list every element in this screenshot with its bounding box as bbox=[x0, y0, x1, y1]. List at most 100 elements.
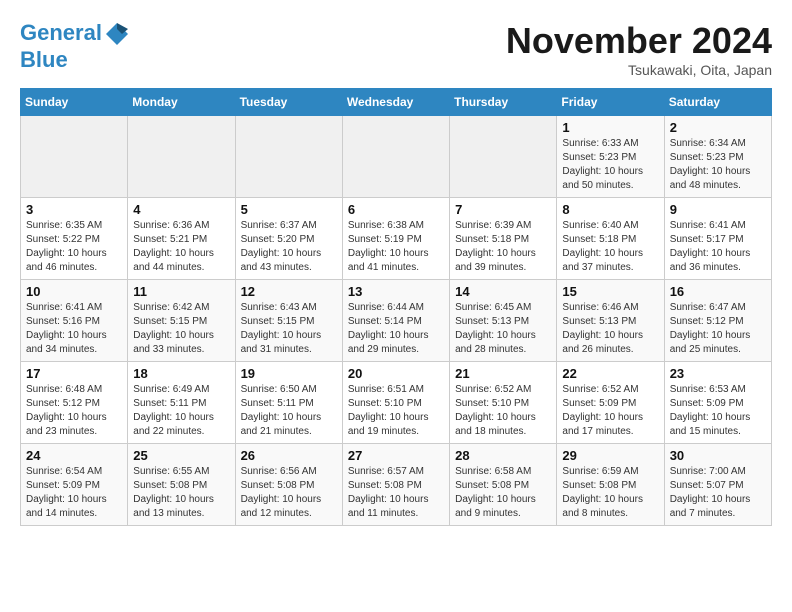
calendar-day-cell: 12 Sunrise: 6:43 AM Sunset: 5:15 PM Dayli… bbox=[235, 280, 342, 362]
day-number: 13 bbox=[348, 284, 444, 299]
day-number: 4 bbox=[133, 202, 229, 217]
day-number: 27 bbox=[348, 448, 444, 463]
calendar-day-cell bbox=[450, 116, 557, 198]
day-info: Sunrise: 6:54 AM Sunset: 5:09 PM Dayligh… bbox=[26, 465, 122, 521]
day-info: Sunrise: 6:58 AM Sunset: 5:08 PM Dayligh… bbox=[455, 465, 551, 521]
calendar-day-cell: 29 Sunrise: 6:59 AM Sunset: 5:08 PM Dayli… bbox=[557, 444, 664, 526]
calendar-body: 1 Sunrise: 6:33 AM Sunset: 5:23 PM Daylig… bbox=[21, 116, 772, 526]
day-number: 18 bbox=[133, 366, 229, 381]
day-number: 15 bbox=[562, 284, 658, 299]
day-number: 11 bbox=[133, 284, 229, 299]
day-number: 5 bbox=[241, 202, 337, 217]
calendar-day-cell: 27Sunrise: 6:57 AM Sunset: 5:08 PM Dayli… bbox=[342, 444, 449, 526]
calendar-day-cell: 2Sunrise: 6:34 AM Sunset: 5:23 PM Daylig… bbox=[664, 116, 771, 198]
calendar-day-cell: 28 Sunrise: 6:58 AM Sunset: 5:08 PM Dayli… bbox=[450, 444, 557, 526]
day-number: 12 bbox=[241, 284, 337, 299]
location-subtitle: Tsukawaki, Oita, Japan bbox=[506, 62, 772, 78]
day-number: 3 bbox=[26, 202, 122, 217]
day-of-week-header: Friday bbox=[557, 89, 664, 116]
calendar-week-row: 1 Sunrise: 6:33 AM Sunset: 5:23 PM Daylig… bbox=[21, 116, 772, 198]
calendar-day-cell: 23Sunrise: 6:53 AM Sunset: 5:09 PM Dayli… bbox=[664, 362, 771, 444]
day-of-week-header: Monday bbox=[128, 89, 235, 116]
day-number: 14 bbox=[455, 284, 551, 299]
month-title: November 2024 bbox=[506, 20, 772, 62]
calendar-day-cell: 14 Sunrise: 6:45 AM Sunset: 5:13 PM Dayli… bbox=[450, 280, 557, 362]
day-of-week-header: Thursday bbox=[450, 89, 557, 116]
day-info: Sunrise: 6:49 AM Sunset: 5:11 PM Dayligh… bbox=[133, 383, 229, 439]
day-info: Sunrise: 6:43 AM Sunset: 5:15 PM Dayligh… bbox=[241, 301, 337, 357]
day-info: Sunrise: 6:53 AM Sunset: 5:09 PM Dayligh… bbox=[670, 383, 766, 439]
calendar-day-cell: 30 Sunrise: 7:00 AM Sunset: 5:07 PM Dayli… bbox=[664, 444, 771, 526]
logo-line2: Blue bbox=[20, 47, 130, 72]
day-number: 7 bbox=[455, 202, 551, 217]
calendar-table: SundayMondayTuesdayWednesdayThursdayFrid… bbox=[20, 88, 772, 526]
calendar-day-cell: 1 Sunrise: 6:33 AM Sunset: 5:23 PM Daylig… bbox=[557, 116, 664, 198]
calendar-day-cell: 10 Sunrise: 6:41 AM Sunset: 5:16 PM Dayli… bbox=[21, 280, 128, 362]
day-of-week-header: Tuesday bbox=[235, 89, 342, 116]
day-info: Sunrise: 6:45 AM Sunset: 5:13 PM Dayligh… bbox=[455, 301, 551, 357]
logo-text: General bbox=[20, 20, 130, 47]
day-info: Sunrise: 6:41 AM Sunset: 5:17 PM Dayligh… bbox=[670, 219, 766, 275]
calendar-day-cell: 19Sunrise: 6:50 AM Sunset: 5:11 PM Dayli… bbox=[235, 362, 342, 444]
logo-icon bbox=[104, 21, 130, 47]
page-header: General Blue November 2024 Tsukawaki, Oi… bbox=[20, 20, 772, 78]
day-info: Sunrise: 6:41 AM Sunset: 5:16 PM Dayligh… bbox=[26, 301, 122, 357]
day-number: 10 bbox=[26, 284, 122, 299]
day-number: 24 bbox=[26, 448, 122, 463]
day-info: Sunrise: 6:33 AM Sunset: 5:23 PM Dayligh… bbox=[562, 137, 658, 193]
calendar-day-cell: 26Sunrise: 6:56 AM Sunset: 5:08 PM Dayli… bbox=[235, 444, 342, 526]
day-number: 6 bbox=[348, 202, 444, 217]
calendar-day-cell: 13Sunrise: 6:44 AM Sunset: 5:14 PM Dayli… bbox=[342, 280, 449, 362]
day-number: 28 bbox=[455, 448, 551, 463]
calendar-day-cell: 8Sunrise: 6:40 AM Sunset: 5:18 PM Daylig… bbox=[557, 198, 664, 280]
day-info: Sunrise: 6:50 AM Sunset: 5:11 PM Dayligh… bbox=[241, 383, 337, 439]
day-info: Sunrise: 6:59 AM Sunset: 5:08 PM Dayligh… bbox=[562, 465, 658, 521]
calendar-day-cell bbox=[128, 116, 235, 198]
day-number: 1 bbox=[562, 120, 658, 135]
day-number: 8 bbox=[562, 202, 658, 217]
day-number: 30 bbox=[670, 448, 766, 463]
day-number: 2 bbox=[670, 120, 766, 135]
day-info: Sunrise: 6:56 AM Sunset: 5:08 PM Dayligh… bbox=[241, 465, 337, 521]
day-info: Sunrise: 6:52 AM Sunset: 5:10 PM Dayligh… bbox=[455, 383, 551, 439]
calendar-day-cell: 15Sunrise: 6:46 AM Sunset: 5:13 PM Dayli… bbox=[557, 280, 664, 362]
day-number: 16 bbox=[670, 284, 766, 299]
calendar-day-cell: 22 Sunrise: 6:52 AM Sunset: 5:09 PM Dayli… bbox=[557, 362, 664, 444]
day-info: Sunrise: 6:35 AM Sunset: 5:22 PM Dayligh… bbox=[26, 219, 122, 275]
calendar-day-cell: 18 Sunrise: 6:49 AM Sunset: 5:11 PM Dayli… bbox=[128, 362, 235, 444]
calendar-day-cell bbox=[342, 116, 449, 198]
day-info: Sunrise: 6:52 AM Sunset: 5:09 PM Dayligh… bbox=[562, 383, 658, 439]
calendar-week-row: 10 Sunrise: 6:41 AM Sunset: 5:16 PM Dayli… bbox=[21, 280, 772, 362]
day-info: Sunrise: 6:39 AM Sunset: 5:18 PM Dayligh… bbox=[455, 219, 551, 275]
day-of-week-header: Sunday bbox=[21, 89, 128, 116]
day-info: Sunrise: 6:48 AM Sunset: 5:12 PM Dayligh… bbox=[26, 383, 122, 439]
calendar-day-cell: 3 Sunrise: 6:35 AM Sunset: 5:22 PM Daylig… bbox=[21, 198, 128, 280]
calendar-day-cell: 9 Sunrise: 6:41 AM Sunset: 5:17 PM Daylig… bbox=[664, 198, 771, 280]
day-info: Sunrise: 6:47 AM Sunset: 5:12 PM Dayligh… bbox=[670, 301, 766, 357]
day-info: Sunrise: 6:51 AM Sunset: 5:10 PM Dayligh… bbox=[348, 383, 444, 439]
logo: General Blue bbox=[20, 20, 130, 72]
calendar-day-cell bbox=[235, 116, 342, 198]
day-of-week-header: Wednesday bbox=[342, 89, 449, 116]
day-number: 29 bbox=[562, 448, 658, 463]
calendar-week-row: 3 Sunrise: 6:35 AM Sunset: 5:22 PM Daylig… bbox=[21, 198, 772, 280]
calendar-day-cell: 21 Sunrise: 6:52 AM Sunset: 5:10 PM Dayli… bbox=[450, 362, 557, 444]
day-info: Sunrise: 6:37 AM Sunset: 5:20 PM Dayligh… bbox=[241, 219, 337, 275]
calendar-day-cell: 6Sunrise: 6:38 AM Sunset: 5:19 PM Daylig… bbox=[342, 198, 449, 280]
day-info: Sunrise: 7:00 AM Sunset: 5:07 PM Dayligh… bbox=[670, 465, 766, 521]
day-number: 9 bbox=[670, 202, 766, 217]
day-info: Sunrise: 6:55 AM Sunset: 5:08 PM Dayligh… bbox=[133, 465, 229, 521]
calendar-day-cell: 20Sunrise: 6:51 AM Sunset: 5:10 PM Dayli… bbox=[342, 362, 449, 444]
title-block: November 2024 Tsukawaki, Oita, Japan bbox=[506, 20, 772, 78]
calendar-day-cell: 7 Sunrise: 6:39 AM Sunset: 5:18 PM Daylig… bbox=[450, 198, 557, 280]
day-number: 25 bbox=[133, 448, 229, 463]
day-number: 21 bbox=[455, 366, 551, 381]
calendar-day-cell: 25 Sunrise: 6:55 AM Sunset: 5:08 PM Dayli… bbox=[128, 444, 235, 526]
calendar-week-row: 24 Sunrise: 6:54 AM Sunset: 5:09 PM Dayli… bbox=[21, 444, 772, 526]
calendar-day-cell: 4Sunrise: 6:36 AM Sunset: 5:21 PM Daylig… bbox=[128, 198, 235, 280]
calendar-day-cell: 5 Sunrise: 6:37 AM Sunset: 5:20 PM Daylig… bbox=[235, 198, 342, 280]
calendar-header-row: SundayMondayTuesdayWednesdayThursdayFrid… bbox=[21, 89, 772, 116]
day-info: Sunrise: 6:42 AM Sunset: 5:15 PM Dayligh… bbox=[133, 301, 229, 357]
day-number: 22 bbox=[562, 366, 658, 381]
calendar-day-cell: 24 Sunrise: 6:54 AM Sunset: 5:09 PM Dayli… bbox=[21, 444, 128, 526]
